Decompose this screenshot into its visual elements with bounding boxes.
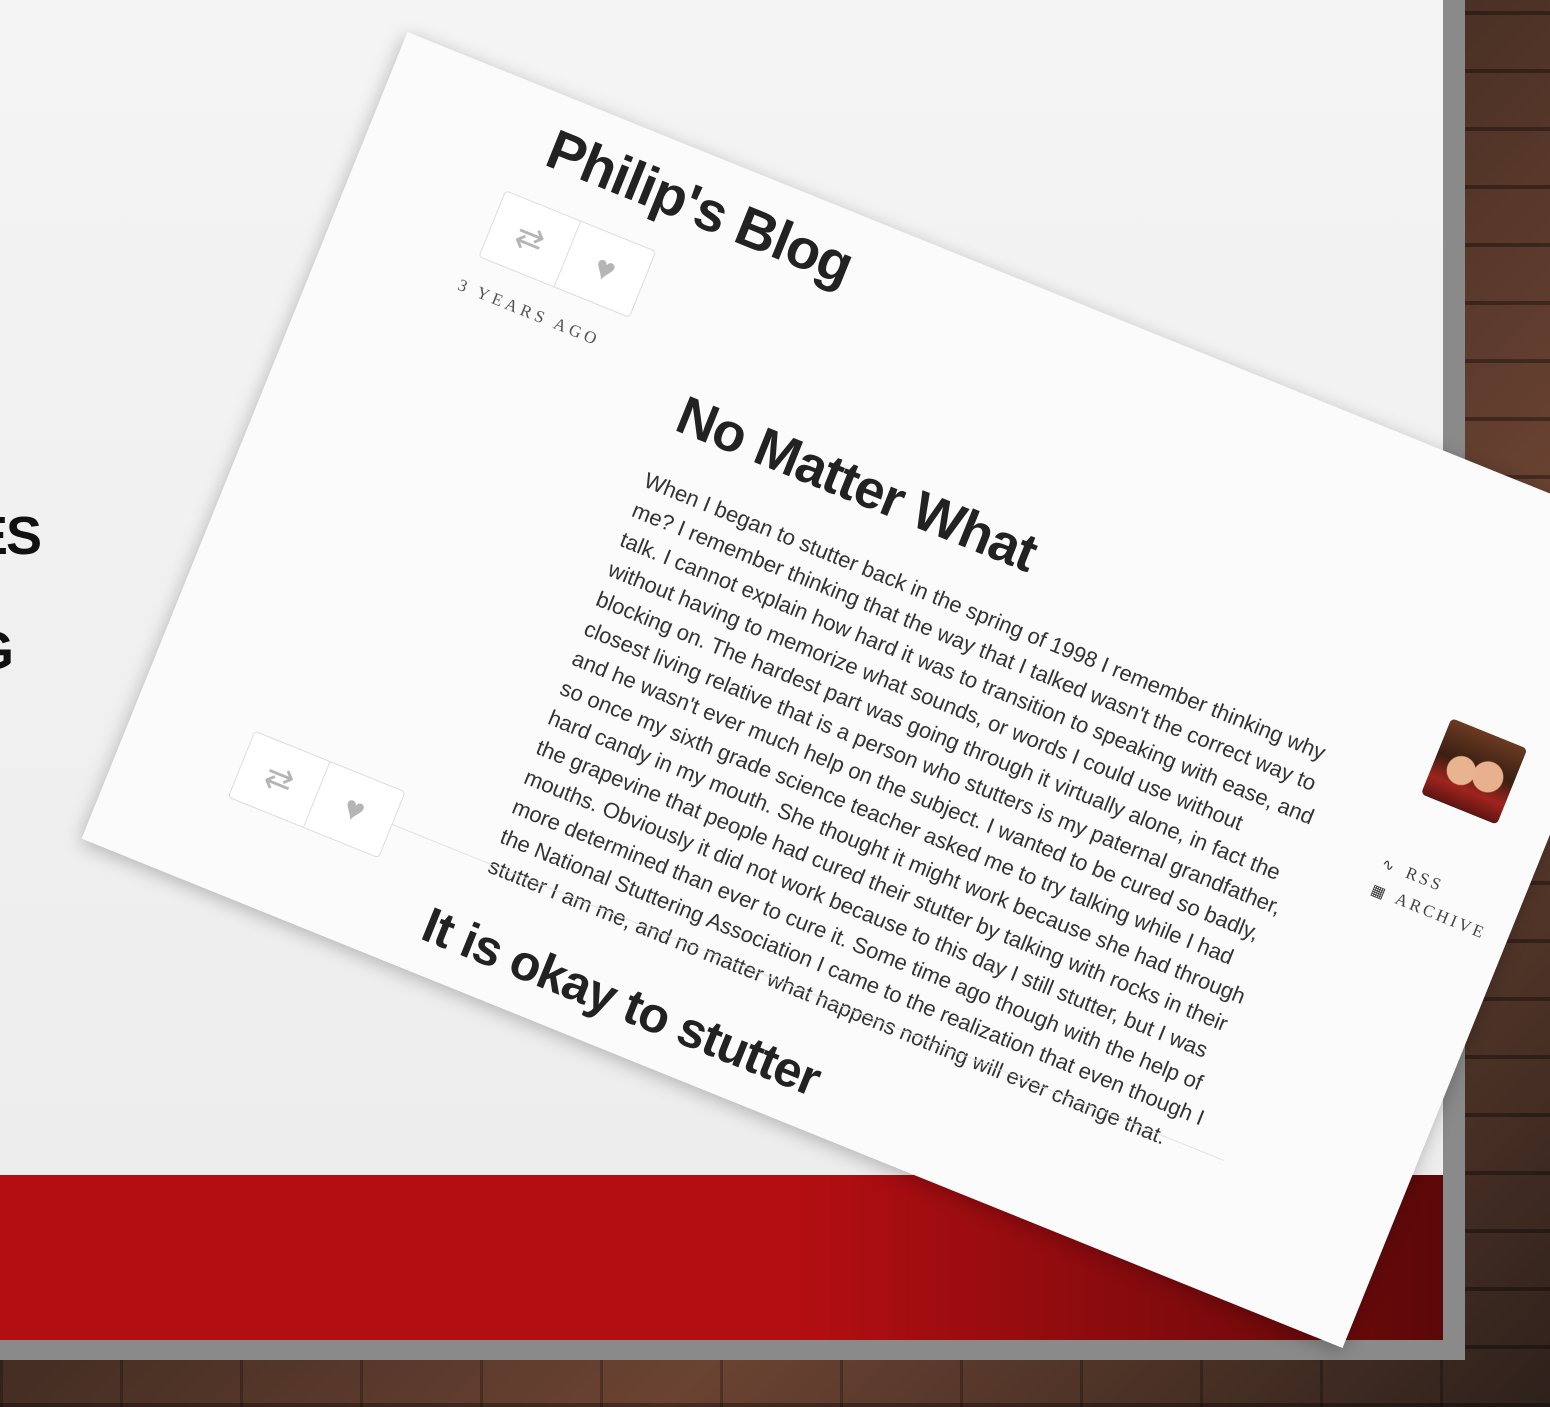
archive-icon: ▦	[1368, 881, 1391, 903]
reblog-icon: ⇄	[258, 756, 300, 803]
rss-icon: ∿	[1379, 855, 1400, 877]
avatar[interactable]	[1420, 717, 1528, 825]
heart-icon: ♥	[337, 787, 371, 831]
slide-partial-text: G	[0, 620, 14, 682]
slide-partial-heading: ES	[0, 506, 42, 566]
heart-icon: ♥	[588, 247, 622, 291]
rss-label: RSS	[1403, 863, 1447, 896]
sidebar-links: ∿ RSS ▦ ARCHIVE	[1365, 853, 1500, 951]
reblog-icon: ⇄	[509, 215, 551, 262]
post2-actions: ⇄ ♥	[227, 730, 406, 859]
